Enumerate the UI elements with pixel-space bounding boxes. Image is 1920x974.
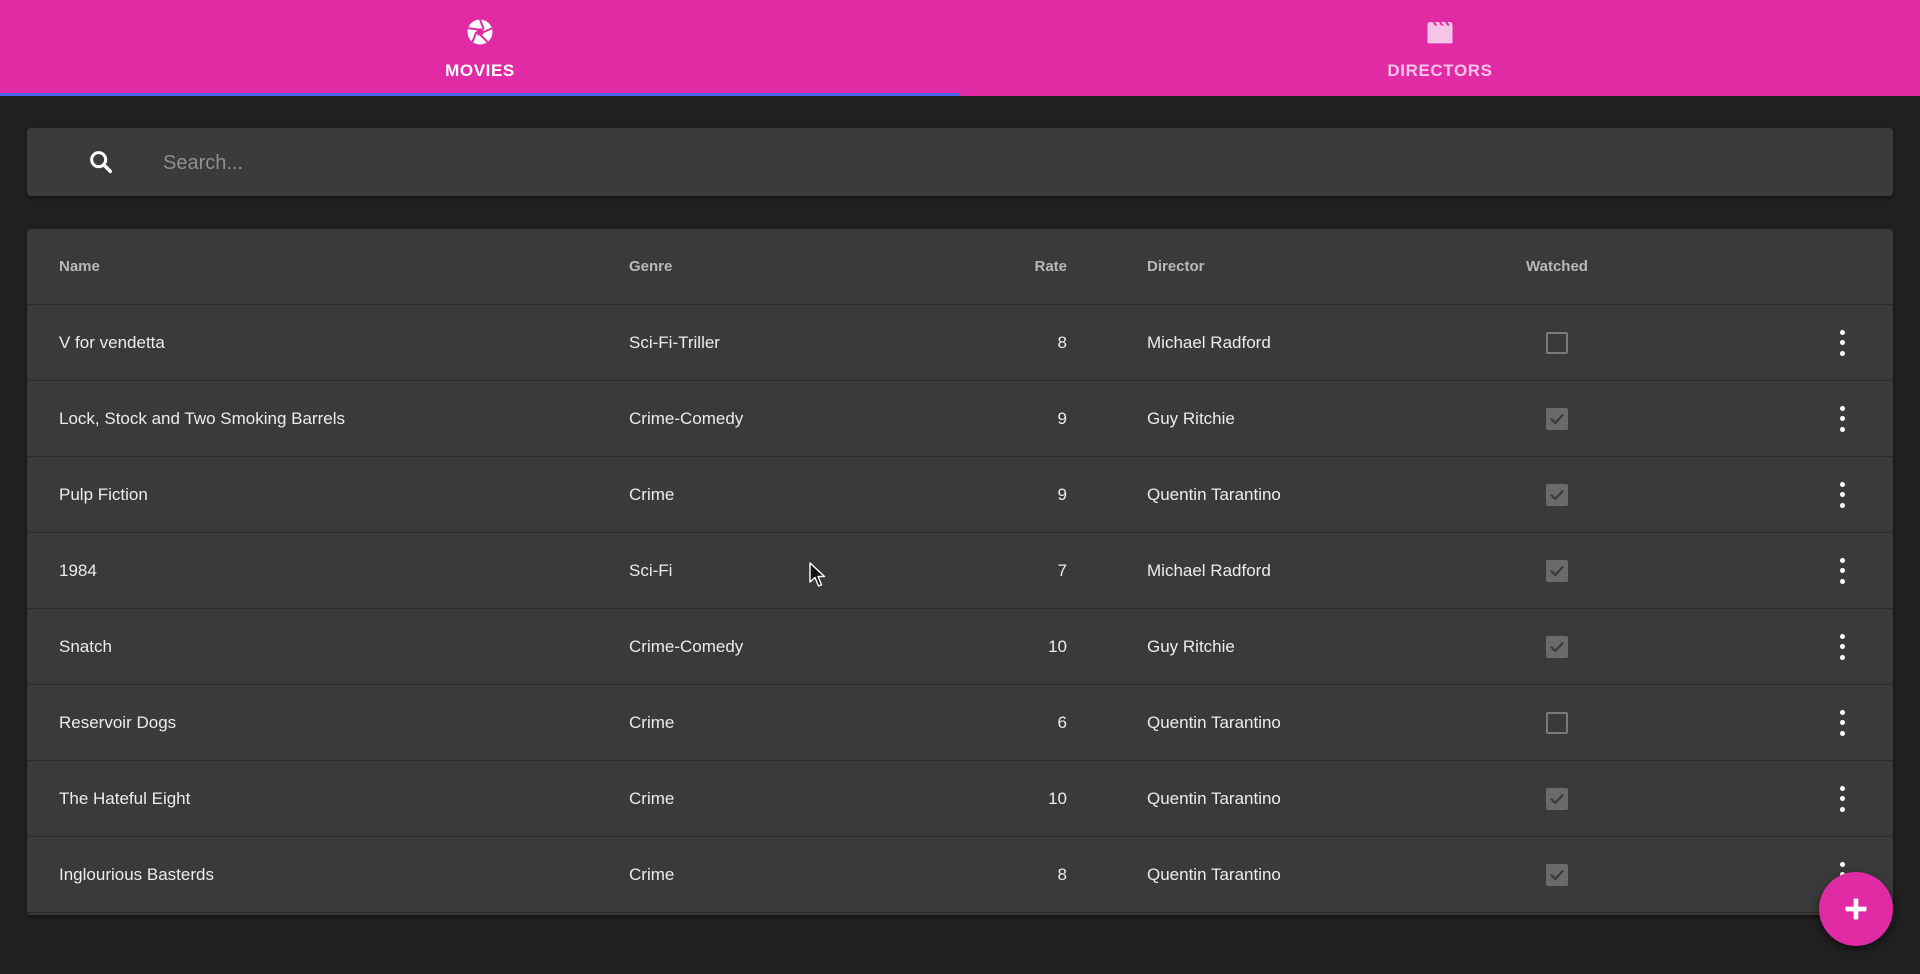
watched-checkbox[interactable] — [1546, 635, 1568, 658]
more-vertical-icon[interactable] — [1839, 329, 1845, 356]
movie-director: Michael Radford — [1147, 332, 1271, 352]
movie-name: Lock, Stock and Two Smoking Barrels — [59, 408, 345, 428]
tab-directors[interactable]: DIRECTORS — [960, 0, 1920, 96]
row-actions-cell — [1827, 761, 1857, 836]
watched-checkbox[interactable] — [1546, 331, 1568, 354]
movie-director: Quentin Tarantino — [1147, 712, 1281, 732]
search-bar — [27, 128, 1893, 196]
movie-director: Michael Radford — [1147, 560, 1271, 580]
movie-name: V for vendetta — [59, 332, 165, 352]
plus-icon — [1845, 898, 1867, 920]
movie-name: Pulp Fiction — [59, 484, 148, 504]
row-actions-cell — [1827, 381, 1857, 456]
movie-genre: Sci-Fi-Triller — [629, 332, 720, 352]
active-tab-indicator — [0, 93, 960, 96]
check-icon — [1550, 793, 1564, 804]
movie-rate: 9 — [1057, 408, 1067, 428]
check-icon — [1550, 565, 1564, 576]
watched-cell — [1497, 381, 1617, 456]
search-icon — [90, 151, 113, 174]
watched-cell — [1497, 609, 1617, 684]
column-header-genre[interactable]: Genre — [629, 229, 672, 304]
movie-genre: Crime — [629, 712, 675, 732]
movie-name: 1984 — [59, 560, 97, 580]
movie-director: Quentin Tarantino — [1147, 864, 1281, 884]
movie-genre: Crime-Comedy — [629, 636, 744, 656]
movie-genre: Crime-Comedy — [629, 408, 744, 428]
movie-rate: 8 — [1057, 332, 1067, 352]
movie-rate: 8 — [1057, 864, 1067, 884]
watched-checkbox[interactable] — [1546, 863, 1568, 886]
watched-cell — [1497, 305, 1617, 380]
column-header-name[interactable]: Name — [59, 229, 100, 304]
check-icon — [1550, 641, 1564, 652]
more-vertical-icon[interactable] — [1839, 405, 1845, 432]
movie-director: Guy Ritchie — [1147, 408, 1235, 428]
movie-genre: Crime — [629, 484, 675, 504]
column-header-rate[interactable]: Rate — [927, 229, 1067, 304]
row-actions-cell — [1827, 305, 1857, 380]
table-row[interactable]: Inglourious Basterds Crime 8 Quentin Tarant… — [27, 837, 1893, 913]
tab-movies[interactable]: MOVIES — [0, 0, 960, 96]
watched-checkbox[interactable] — [1546, 483, 1568, 506]
more-vertical-icon[interactable] — [1839, 709, 1845, 736]
movie-director: Quentin Tarantino — [1147, 484, 1281, 504]
row-actions-cell — [1827, 533, 1857, 608]
more-vertical-icon[interactable] — [1839, 557, 1845, 584]
row-actions-cell — [1827, 609, 1857, 684]
mouse-cursor-icon — [809, 562, 826, 587]
watched-cell — [1497, 533, 1617, 608]
row-actions-cell — [1827, 685, 1857, 760]
watched-checkbox[interactable] — [1546, 559, 1568, 582]
watched-cell — [1497, 761, 1617, 836]
table-row[interactable]: Reservoir Dogs Crime 6 Quentin Tarantino — [27, 685, 1893, 761]
watched-checkbox[interactable] — [1546, 711, 1568, 734]
tab-directors-label: DIRECTORS — [1387, 61, 1493, 80]
table-row[interactable]: 1984 Sci-Fi 7 Michael Radford — [27, 533, 1893, 609]
watched-cell — [1497, 837, 1617, 912]
more-vertical-icon[interactable] — [1839, 633, 1845, 660]
watched-checkbox[interactable] — [1546, 787, 1568, 810]
row-actions-cell — [1827, 457, 1857, 532]
table-header-row: Name Genre Rate Director Watched — [27, 229, 1893, 305]
table-row[interactable]: V for vendetta Sci-Fi-Triller 8 Michael Rad… — [27, 305, 1893, 381]
check-icon — [1550, 489, 1564, 500]
column-header-director[interactable]: Director — [1147, 229, 1205, 304]
tab-movies-label: MOVIES — [445, 61, 515, 80]
check-icon — [1550, 413, 1564, 424]
search-input[interactable] — [161, 142, 1865, 184]
column-header-watched[interactable]: Watched — [1497, 229, 1617, 304]
watched-cell — [1497, 457, 1617, 532]
tab-bar: MOVIES DIRECTORS — [0, 0, 1920, 96]
movie-director: Quentin Tarantino — [1147, 788, 1281, 808]
movie-director: Guy Ritchie — [1147, 636, 1235, 656]
movies-table: Name Genre Rate Director Watched V for v… — [27, 229, 1893, 915]
movie-name: Snatch — [59, 636, 112, 656]
watched-checkbox[interactable] — [1546, 407, 1568, 430]
watched-cell — [1497, 685, 1617, 760]
movie-name: Inglourious Basterds — [59, 864, 214, 884]
movie-rate: 9 — [1057, 484, 1067, 504]
movie-genre: Sci-Fi — [629, 560, 673, 580]
movie-rate: 6 — [1057, 712, 1067, 732]
camera-aperture-icon — [467, 19, 493, 45]
movie-name: Reservoir Dogs — [59, 712, 177, 732]
add-movie-button[interactable] — [1819, 872, 1893, 946]
table-row[interactable]: Snatch Crime-Comedy 10 Guy Ritchie — [27, 609, 1893, 685]
clapperboard-icon — [1427, 22, 1453, 44]
check-icon — [1550, 869, 1564, 880]
movie-genre: Crime — [629, 788, 675, 808]
table-row[interactable]: Pulp Fiction Crime 9 Quentin Tarantino — [27, 457, 1893, 533]
more-vertical-icon[interactable] — [1839, 481, 1845, 508]
more-vertical-icon[interactable] — [1839, 785, 1845, 812]
movie-rate: 10 — [1048, 636, 1067, 656]
movie-genre: Crime — [629, 864, 675, 884]
movie-rate: 7 — [1057, 560, 1067, 580]
table-row[interactable]: The Hateful Eight Crime 10 Quentin Tarantin… — [27, 761, 1893, 837]
table-row[interactable]: Lock, Stock and Two Smoking Barrels Crime… — [27, 381, 1893, 457]
movie-rate: 10 — [1048, 788, 1067, 808]
movie-name: The Hateful Eight — [59, 788, 191, 808]
